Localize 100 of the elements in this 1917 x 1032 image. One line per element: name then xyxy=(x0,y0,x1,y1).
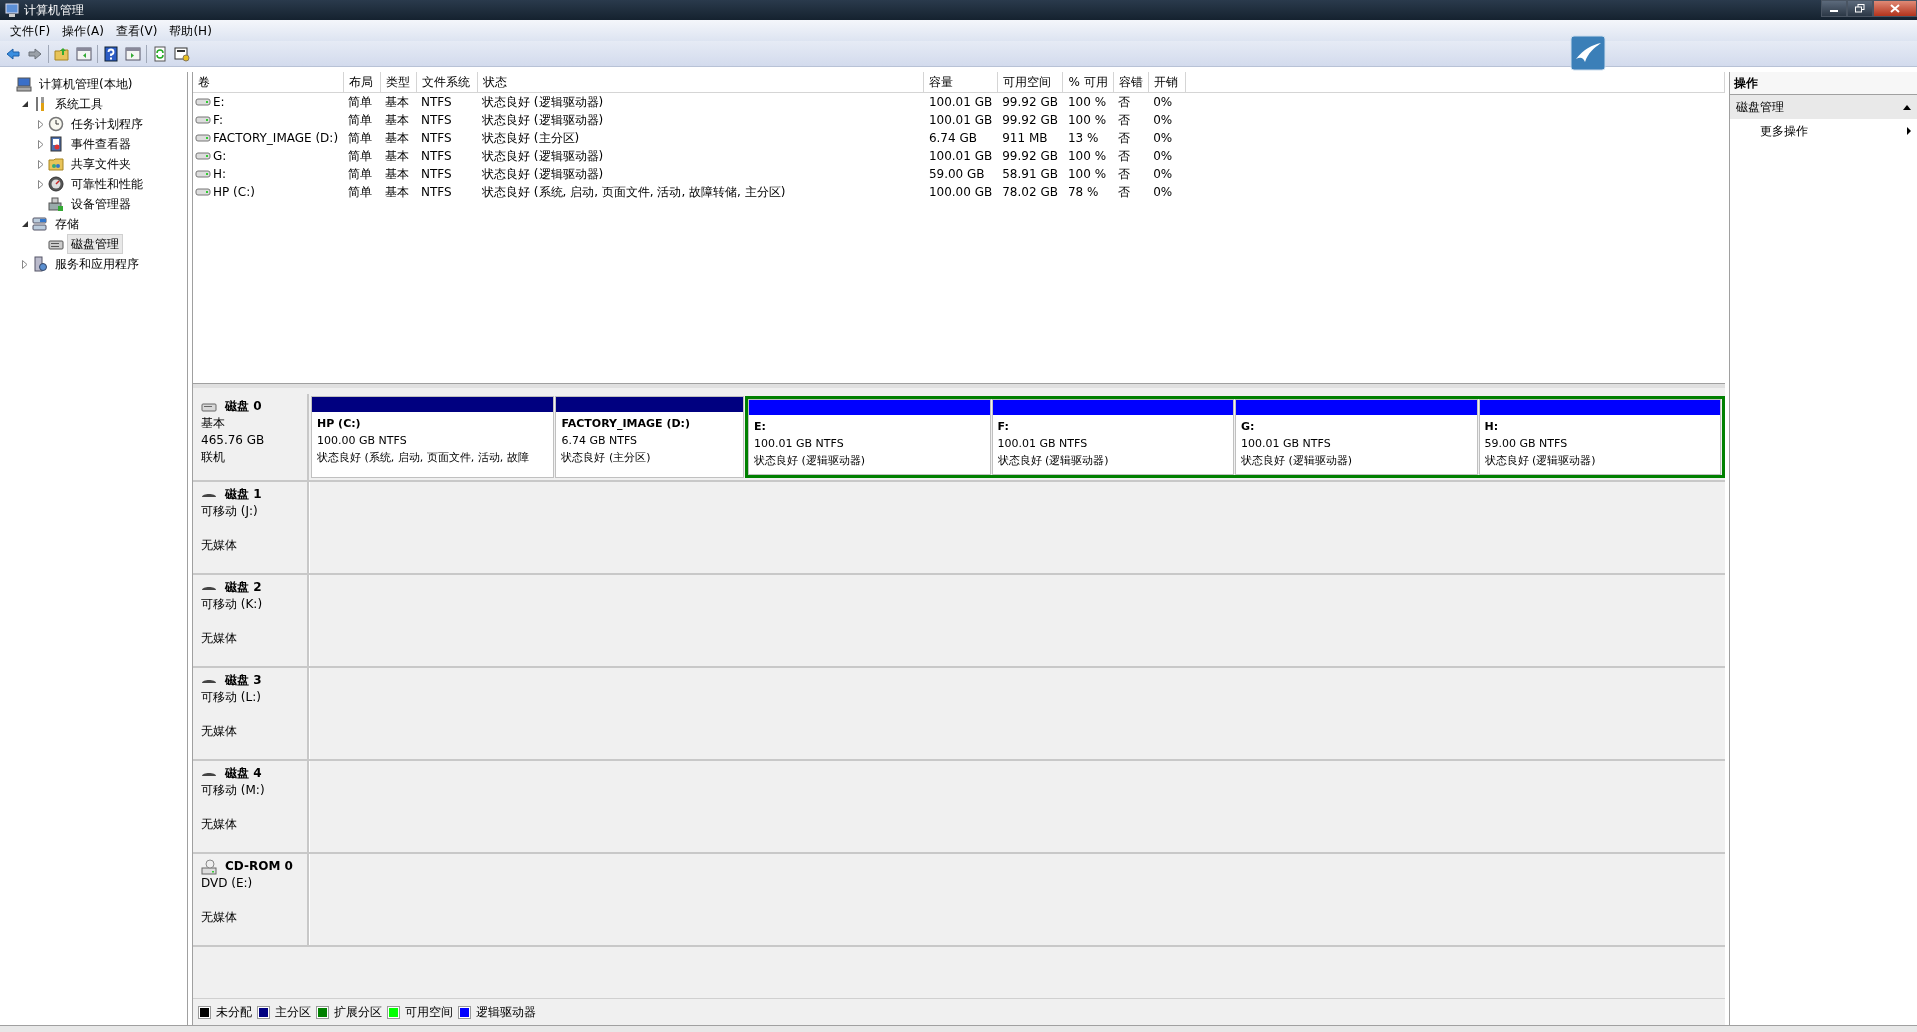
collapse-arrow-icon[interactable] xyxy=(1903,104,1911,110)
table-cell-text: 911 MB xyxy=(1001,130,1049,147)
table-cell-text: 100 % xyxy=(1066,166,1108,183)
table-cell-text: 否 xyxy=(1117,148,1132,165)
expanded-arrow-icon[interactable] xyxy=(21,100,29,108)
volume-name[interactable]: H: xyxy=(213,165,227,183)
tree-item[interactable]: 服务和应用程序 xyxy=(51,254,143,274)
partition-title: E: xyxy=(754,419,767,435)
table-cell-text: 100.01 GB xyxy=(927,112,994,129)
volume-name[interactable]: HP (C:) xyxy=(213,183,255,201)
partition-block[interactable]: H: 59.00 GB NTFS 状态良好 (逻辑驱动器) xyxy=(1478,399,1721,475)
table-cell-text: 简单 xyxy=(347,184,374,201)
partition-block[interactable]: G: 100.01 GB NTFS 状态良好 (逻辑驱动器) xyxy=(1235,399,1478,475)
disk-type: 可移动 (J:) xyxy=(201,503,259,520)
table-cell-text: 99.92 GB xyxy=(1001,148,1059,165)
drive-icon xyxy=(195,186,211,198)
refresh-icon[interactable] xyxy=(152,45,168,62)
table-cell-text: 99.92 GB xyxy=(1001,112,1059,129)
partition-status: 状态良好 (系统, 启动, 页面文件, 活动, 故障 xyxy=(317,450,530,466)
collapsed-arrow-icon[interactable] xyxy=(38,179,44,189)
table-cell-text: 78 % xyxy=(1066,184,1100,201)
action-link[interactable]: 更多操作 xyxy=(1760,122,1808,140)
tree-item[interactable]: 共享文件夹 xyxy=(67,154,135,174)
actions-header: 操作 xyxy=(1730,72,1917,95)
table-cell-text: 否 xyxy=(1117,184,1132,201)
table-cell-text: 13 % xyxy=(1066,130,1100,147)
tree-item[interactable]: 计算机管理(本地) xyxy=(35,74,137,94)
table-cell-text: 0% xyxy=(1152,112,1174,129)
table-cell: 状态良好 (逻辑驱动器) xyxy=(477,92,924,111)
close-button[interactable] xyxy=(1873,0,1917,17)
tree-item[interactable]: 存储 xyxy=(51,214,83,234)
storage-icon xyxy=(32,216,48,232)
tree-item[interactable]: 事件查看器 xyxy=(67,134,135,154)
legend-label: 未分配 xyxy=(216,1004,252,1021)
column-header[interactable]: % 可用 xyxy=(1062,72,1114,93)
table-cell-text: 100.01 GB xyxy=(927,148,994,165)
partition-block[interactable]: FACTORY_IMAGE (D:) 6.74 GB NTFS 状态良好 (主分区) xyxy=(555,396,744,478)
volume-name[interactable]: E: xyxy=(213,93,225,111)
window-title: 计算机管理 xyxy=(24,2,84,19)
volume-name[interactable]: FACTORY_IMAGE (D:) xyxy=(213,129,339,147)
disk-name: 磁盘 4 xyxy=(225,765,262,782)
table-cell-text: 否 xyxy=(1117,130,1132,147)
partition-size: 100.01 GB NTFS xyxy=(1241,436,1332,452)
forward-icon[interactable] xyxy=(27,45,43,62)
menu-item[interactable]: 查看(V) xyxy=(109,21,164,40)
collapsed-arrow-icon[interactable] xyxy=(22,259,28,269)
menu-item[interactable]: 文件(F) xyxy=(4,21,57,40)
disk-type: 可移动 (M:) xyxy=(201,782,266,799)
menu-item[interactable]: 帮助(H) xyxy=(163,21,218,40)
cd-drive-icon xyxy=(201,858,217,875)
table-cell: 0% xyxy=(1148,92,1186,111)
expanded-arrow-icon[interactable] xyxy=(21,220,29,228)
tree-item[interactable]: 任务计划程序 xyxy=(67,114,147,134)
table-cell-text: 基本 xyxy=(384,130,411,147)
properties-icon[interactable] xyxy=(174,45,190,62)
column-header[interactable]: 状态 xyxy=(477,72,924,93)
tree-item[interactable]: 可靠性和性能 xyxy=(67,174,147,194)
pane-icon[interactable] xyxy=(125,45,141,62)
tree-item[interactable]: 磁盘管理 xyxy=(67,234,123,254)
table-cell-text: 0% xyxy=(1152,166,1174,183)
column-header[interactable]: 容量 xyxy=(923,72,998,93)
help-icon[interactable] xyxy=(103,45,119,62)
menu-item[interactable]: 操作(A) xyxy=(56,21,110,40)
partition-block[interactable]: HP (C:) 100.00 GB NTFS 状态良好 (系统, 启动, 页面文件, 活动, 故障 xyxy=(311,396,555,478)
drive-icon xyxy=(195,150,211,162)
collapsed-arrow-icon[interactable] xyxy=(38,119,44,129)
table-cell-text: 100 % xyxy=(1066,148,1108,165)
partition-title: H: xyxy=(1484,419,1500,435)
disk-size: 465.76 GB xyxy=(201,432,266,449)
table-cell: NTFS xyxy=(416,92,478,111)
table-cell-text: 基本 xyxy=(384,148,411,165)
column-header[interactable]: 类型 xyxy=(380,72,417,93)
column-header[interactable]: 文件系统 xyxy=(416,72,478,93)
action-section[interactable]: 磁盘管理 xyxy=(1736,98,1784,116)
volume-name[interactable]: G: xyxy=(213,147,227,165)
table-cell-text: NTFS xyxy=(420,130,453,147)
swoosh-icon[interactable] xyxy=(1570,35,1606,71)
folder-up-icon[interactable] xyxy=(54,45,70,62)
column-header[interactable]: 开销 xyxy=(1148,72,1186,93)
partition-block[interactable]: F: 100.01 GB NTFS 状态良好 (逻辑驱动器) xyxy=(991,399,1234,475)
restore-button[interactable] xyxy=(1847,0,1873,17)
column-header[interactable]: 容错 xyxy=(1113,72,1149,93)
back-icon[interactable] xyxy=(5,45,21,62)
partition-block[interactable]: E: 100.01 GB NTFS 状态良好 (逻辑驱动器) xyxy=(748,399,991,475)
minimize-button[interactable] xyxy=(1821,0,1847,17)
collapsed-arrow-icon[interactable] xyxy=(38,139,44,149)
table-cell: 否 xyxy=(1113,92,1149,111)
partition-status: 状态良好 (逻辑驱动器) xyxy=(997,453,1110,469)
pane-icon[interactable] xyxy=(76,45,92,62)
tree-item[interactable]: 设备管理器 xyxy=(67,194,135,214)
volume-name[interactable]: F: xyxy=(213,111,223,129)
table-cell: 100 % xyxy=(1062,92,1114,111)
tree-item[interactable]: 系统工具 xyxy=(51,94,107,114)
column-header[interactable]: 卷 xyxy=(193,72,344,93)
device-icon xyxy=(48,196,64,212)
collapsed-arrow-icon[interactable] xyxy=(38,159,44,169)
column-header[interactable]: 布局 xyxy=(343,72,381,93)
table-cell-text: 6.74 GB xyxy=(927,130,978,147)
column-header[interactable]: 可用空间 xyxy=(997,72,1063,93)
partition-size: 6.74 GB NTFS xyxy=(561,433,639,449)
